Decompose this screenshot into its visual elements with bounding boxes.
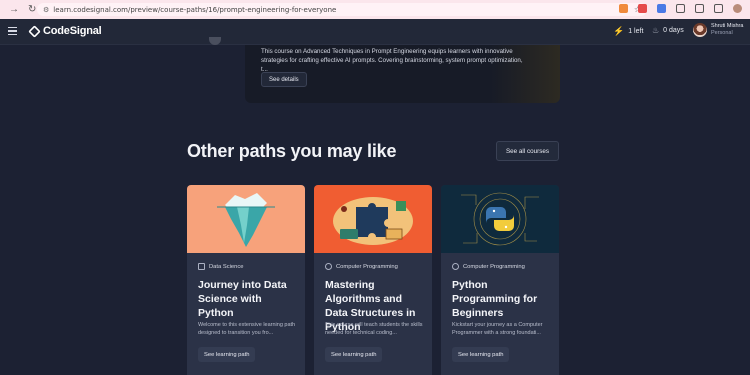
code-icon [452, 263, 459, 270]
section-title: Other paths you may like [187, 141, 397, 161]
path-card[interactable]: Data Science Journey into Data Science w… [187, 185, 305, 375]
category-label: Computer Programming [452, 263, 525, 270]
sidepanel-icon[interactable] [714, 4, 723, 13]
browser-toolbar: → ↻ ⚙ learn.codesignal.com/preview/cours… [0, 0, 750, 19]
site-info-icon[interactable]: ⚙ [43, 6, 49, 14]
address-bar[interactable]: ⚙ learn.codesignal.com/preview/course-pa… [37, 3, 647, 16]
streak-count: 0 days [663, 27, 684, 34]
user-menu[interactable]: Shruti Mishra Personal [693, 23, 743, 37]
profile-icon[interactable] [733, 4, 742, 13]
path-image-puzzle [314, 185, 432, 253]
path-image-iceberg [187, 185, 305, 253]
path-title[interactable]: Python Programming for Beginners [452, 278, 552, 320]
reload-icon[interactable]: ↻ [28, 4, 36, 15]
path-image-python [441, 185, 559, 253]
brand-name: CodeSignal [43, 25, 102, 37]
extension-icon[interactable] [619, 4, 628, 13]
app-header: CodeSignal ⚡ 1 left ♨ 0 days Shruti Mish… [0, 19, 750, 45]
codesignal-logo[interactable]: CodeSignal [28, 24, 102, 38]
path-description: Kickstart your journey as a Computer Pro… [452, 322, 543, 336]
menu-icon[interactable] [8, 27, 17, 35]
extensions-puzzle-icon[interactable] [695, 4, 704, 13]
path-description: This course will teach students the skil… [325, 322, 423, 336]
see-all-courses-button[interactable]: See all courses [496, 141, 559, 161]
code-icon [325, 263, 332, 270]
see-learning-path-button[interactable]: See learning path [325, 347, 383, 362]
flame-icon: ♨ [652, 26, 660, 35]
path-title[interactable]: Journey into Data Science with Python [198, 278, 298, 320]
see-learning-path-button[interactable]: See learning path [452, 347, 510, 362]
path-card[interactable]: Computer Programming Python Programming … [441, 185, 559, 375]
browser-nav: → ↻ [0, 4, 40, 15]
avatar [693, 23, 707, 37]
user-name: Shruti Mishra [711, 23, 744, 29]
course-description: This course on Advanced Techniques in Pr… [261, 48, 523, 73]
streak-indicator[interactable]: ♨ 0 days [652, 26, 684, 35]
chart-icon [198, 263, 205, 270]
extension-icon[interactable] [638, 4, 647, 13]
lives-count: 1 left [628, 28, 644, 35]
extension-icon[interactable] [676, 4, 685, 13]
extensions-bar [619, 4, 742, 13]
bolt-icon: ⚡ [613, 26, 625, 36]
forward-icon[interactable]: → [9, 4, 19, 15]
extension-icon[interactable] [657, 4, 666, 13]
course-card: This course on Advanced Techniques in Pr… [245, 45, 560, 103]
path-description: Welcome to this extensive learning path … [198, 322, 296, 336]
codesignal-mark-icon [28, 24, 41, 38]
category-label: Data Science [198, 263, 243, 270]
url-text: learn.codesignal.com/preview/course-path… [53, 5, 337, 14]
category-label: Computer Programming [325, 263, 398, 270]
lives-indicator[interactable]: ⚡ 1 left [613, 26, 643, 37]
user-plan: Personal [711, 30, 733, 36]
see-learning-path-button[interactable]: See learning path [198, 347, 256, 362]
see-details-button[interactable]: See details [261, 72, 307, 87]
path-card[interactable]: Computer Programming Mastering Algorithm… [314, 185, 432, 375]
